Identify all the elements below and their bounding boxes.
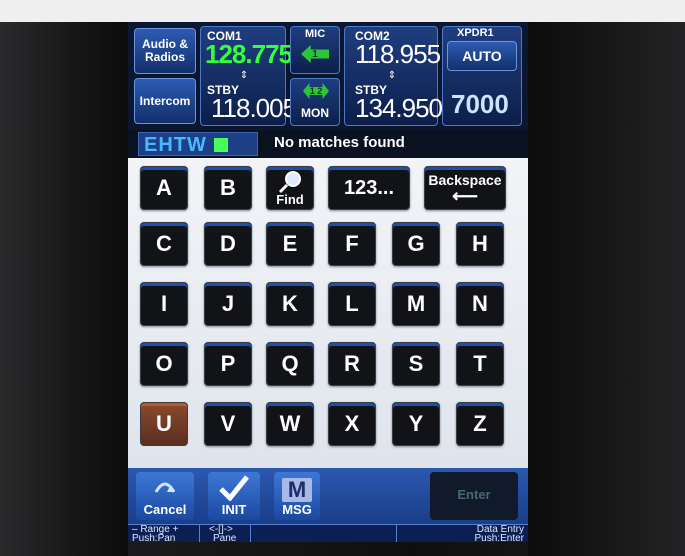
key-n[interactable]: N (456, 282, 504, 326)
key-v[interactable]: V (204, 402, 252, 446)
key-k[interactable]: K (266, 282, 314, 326)
data-entry-indicator: Data Entry Push:Enter (396, 524, 528, 542)
mic-selector[interactable]: MIC 1 (290, 26, 340, 74)
key-e[interactable]: E (266, 222, 314, 266)
key-z[interactable]: Z (456, 402, 504, 446)
key-y[interactable]: Y (392, 402, 440, 446)
com1-panel[interactable]: COM1 128.775 ⇕ STBY 118.005 (200, 26, 297, 126)
key-a[interactable]: A (140, 166, 188, 210)
audio-radios-button[interactable]: Audio & Radios (134, 28, 196, 74)
swap-arrow-icon[interactable]: ⇕ (239, 71, 249, 81)
mic-arrow-icon: 1 (301, 45, 329, 63)
key-i[interactable]: I (140, 282, 188, 326)
mon-selector[interactable]: 1 2 MON (290, 78, 340, 126)
key-q[interactable]: Q (266, 342, 314, 386)
cancel-label: Cancel (143, 502, 187, 517)
com1-active-frequency[interactable]: 128.775 (205, 39, 293, 70)
mon-label: MON (301, 106, 329, 120)
swap-arrow-icon[interactable]: ⇕ (387, 71, 397, 81)
push-enter-label: Push:Enter (474, 533, 524, 542)
key-x[interactable]: X (328, 402, 376, 446)
monitor-arrows-icon: 1 2 (303, 83, 329, 99)
message-icon: M (282, 478, 312, 502)
msg-button[interactable]: M MSG (274, 472, 320, 520)
device-bezel-left (0, 22, 128, 556)
xpdr-mode-button[interactable]: AUTO (447, 41, 517, 71)
key-t[interactable]: T (456, 342, 504, 386)
key-b[interactable]: B (204, 166, 252, 210)
range-pan-indicator: – Range + Push:Pan (128, 524, 200, 542)
mic-label: MIC (305, 28, 326, 40)
photo-margin (0, 0, 685, 22)
key-d[interactable]: D (204, 222, 252, 266)
cancel-icon (154, 482, 176, 493)
radio-status-bar: Audio & Radios Intercom COM1 128.775 ⇕ S… (128, 22, 528, 130)
key-f[interactable]: F (328, 222, 376, 266)
softkey-bar: Cancel INIT M MSG Enter (128, 468, 528, 524)
identifier-entry-field[interactable]: EHTW (138, 132, 258, 156)
key-s[interactable]: S (392, 342, 440, 386)
keyboard: A B Find 123... Backspace ⟵ C D E F G H … (128, 158, 528, 468)
device-bezel-right (528, 22, 685, 556)
key-c[interactable]: C (140, 222, 188, 266)
scratchpad: EHTW No matches found (128, 130, 528, 158)
knob-function-bar: – Range + Push:Pan <‑[]‑> Pane Data Entr… (128, 524, 528, 542)
status-message: No matches found (274, 134, 405, 151)
enter-button[interactable]: Enter (430, 472, 518, 520)
mon-number: 1 2 (309, 86, 323, 96)
magnifier-icon (278, 171, 301, 194)
squawk-code[interactable]: 7000 (451, 89, 509, 120)
key-l[interactable]: L (328, 282, 376, 326)
key-w[interactable]: W (266, 402, 314, 446)
find-label: Find (276, 192, 304, 207)
key-p[interactable]: P (204, 342, 252, 386)
intercom-button[interactable]: Intercom (134, 78, 196, 124)
text-cursor (214, 138, 228, 152)
pane-label: Pane (213, 533, 237, 542)
key-h[interactable]: H (456, 222, 504, 266)
com2-standby-frequency[interactable]: 134.950 (355, 93, 443, 124)
transponder-panel[interactable]: XPDR1 AUTO 7000 (442, 26, 522, 126)
key-j[interactable]: J (204, 282, 252, 326)
key-g[interactable]: G (392, 222, 440, 266)
enter-label: Enter (457, 487, 491, 502)
com2-active-frequency[interactable]: 118.955 (355, 39, 441, 70)
mic-number: 1 (312, 48, 318, 60)
msg-label: MSG (282, 502, 312, 517)
numeric-keys-button[interactable]: 123... (328, 166, 410, 210)
xpdr-label: XPDR1 (457, 27, 494, 39)
init-button[interactable]: INIT (208, 472, 260, 520)
touchscreen: Audio & Radios Intercom COM1 128.775 ⇕ S… (128, 22, 528, 542)
key-r[interactable]: R (328, 342, 376, 386)
init-label: INIT (221, 502, 247, 517)
find-button[interactable]: Find (266, 166, 314, 210)
pane-indicator: <‑[]‑> Pane (201, 524, 251, 542)
backspace-button[interactable]: Backspace ⟵ (424, 166, 506, 210)
pan-label: Push:Pan (132, 533, 176, 542)
entry-text: EHTW (144, 134, 207, 156)
device-photo: Audio & Radios Intercom COM1 128.775 ⇕ S… (0, 0, 685, 556)
com1-standby-frequency[interactable]: 118.005 (211, 93, 297, 124)
cancel-button[interactable]: Cancel (136, 472, 194, 520)
checkmark-icon (219, 475, 249, 501)
com2-panel[interactable]: COM2 118.955 ⇕ STBY 134.950 (344, 26, 443, 126)
left-arrow-icon: ⟵ (452, 186, 478, 206)
key-m[interactable]: M (392, 282, 440, 326)
key-u[interactable]: U (140, 402, 188, 446)
key-o[interactable]: O (140, 342, 188, 386)
